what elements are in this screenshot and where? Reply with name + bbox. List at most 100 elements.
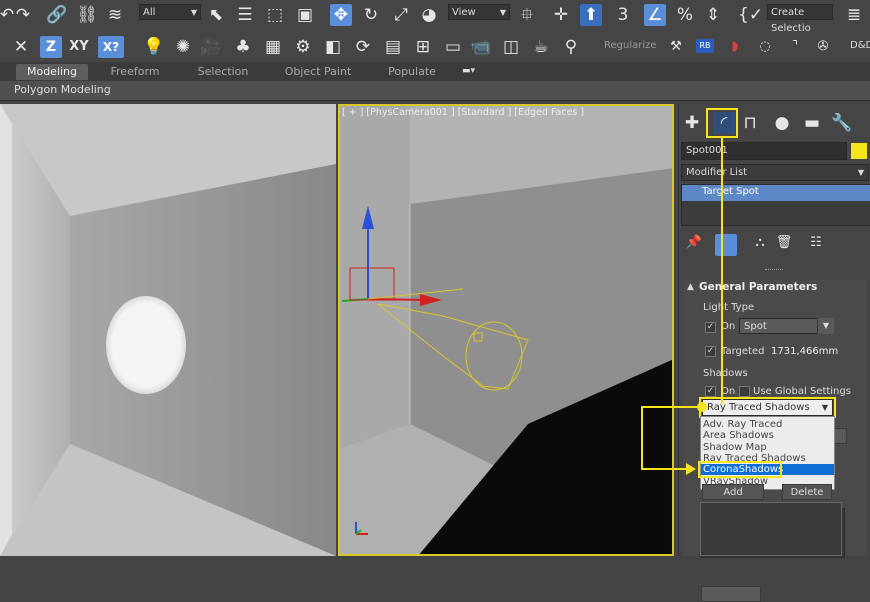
use-global-checkbox[interactable] — [739, 386, 750, 397]
trees-icon[interactable]: ♣ — [232, 36, 254, 58]
option-shadow-map[interactable]: Shadow Map — [703, 442, 767, 453]
record-icon[interactable]: ◗ — [724, 36, 746, 58]
corner-icon[interactable]: ⌝ — [784, 36, 806, 58]
light-type-dropdown-arrow[interactable]: ▼ — [817, 318, 834, 334]
unlink-icon[interactable]: ⛓ — [76, 4, 98, 26]
placement-icon[interactable]: ◕ — [418, 4, 440, 26]
utilities-tab-icon[interactable]: 🔧 — [831, 112, 853, 134]
stack-item-target-spot[interactable]: Target Spot — [682, 185, 870, 201]
polygon-modeling-label[interactable]: Polygon Modeling — [14, 83, 111, 96]
material-editor-icon[interactable]: ▦ — [262, 36, 284, 58]
motion-tab-icon[interactable]: ● — [771, 112, 793, 134]
rollout-title[interactable]: General Parameters — [699, 281, 817, 293]
regularize-label[interactable]: Regularize — [604, 40, 657, 51]
lightbulb-outline-icon[interactable]: ⚲ — [560, 36, 582, 58]
frame-buffer-icon[interactable]: ◫ — [500, 36, 522, 58]
exclusion-listbox[interactable] — [700, 502, 842, 556]
tab-freeform[interactable]: Freeform — [100, 64, 170, 80]
select-object-icon[interactable]: ⬉ — [205, 4, 227, 26]
viewport-layout-icon[interactable]: ⊞ — [412, 36, 434, 58]
annotation-line-left — [641, 406, 643, 470]
link-icon[interactable]: 🔗 — [46, 4, 68, 26]
render-icon[interactable]: ⟳ — [352, 36, 374, 58]
axis-xy-plane-button[interactable]: X? — [98, 36, 124, 58]
move-icon[interactable]: ✥ — [330, 4, 352, 26]
option-area-shadows[interactable]: Area Shadows — [703, 430, 774, 441]
render-production-icon[interactable]: ▤ — [382, 36, 404, 58]
on-label: On — [721, 321, 736, 332]
tab-selection[interactable]: Selection — [188, 64, 258, 80]
render-frame-icon[interactable]: ◧ — [322, 36, 344, 58]
axis-z-button[interactable]: Z — [40, 36, 62, 58]
axis-x-icon[interactable]: ✕ — [10, 36, 32, 58]
rb-button[interactable]: RB — [696, 39, 714, 53]
ribbon-panel-bar: Polygon Modeling — [0, 81, 870, 101]
redo-icon[interactable]: ↷ — [12, 4, 34, 26]
teapot-icon[interactable]: ☕ — [530, 36, 552, 58]
camera-viewport[interactable]: [ + ] [PhysCamera001 ] [Standard ] [Edge… — [338, 104, 674, 556]
light-spot — [106, 296, 186, 394]
window-crossing-icon[interactable]: ▣ — [294, 4, 316, 26]
video-camera-icon[interactable]: 📹 — [470, 36, 492, 58]
dotted-circle-icon[interactable]: ◌ — [754, 36, 776, 58]
panel-divider — [765, 269, 783, 273]
display-tab-icon[interactable]: ▬ — [801, 112, 823, 134]
tab-populate[interactable]: Populate — [378, 64, 446, 80]
tool-icon[interactable]: ⚒ — [665, 36, 687, 58]
add-button[interactable] — [701, 586, 761, 602]
render-setup-icon[interactable]: ⚙ — [292, 36, 314, 58]
layers-icon[interactable]: ≣ — [843, 4, 865, 26]
show-end-result-icon[interactable] — [715, 234, 737, 256]
configure-sets-icon[interactable]: ☷ — [805, 232, 827, 254]
render-viewport[interactable] — [0, 104, 336, 556]
secondary-toolbar: ✕ Z XY X? 💡 ✺ 🎥 ♣ ▦ ⚙ ◧ ⟳ ▤ ⊞ ▭ 📹 ◫ ☕ ⚲ … — [0, 32, 870, 63]
create-tab-icon[interactable]: ✚ — [681, 112, 703, 134]
hierarchy-tab-icon[interactable]: ⊓ — [739, 112, 761, 134]
annotation-line-bottom — [641, 468, 689, 470]
collapse-icon[interactable]: ▲ — [687, 282, 694, 292]
shadows-on-checkbox[interactable]: ✓ — [705, 386, 716, 397]
spinner-snap-icon[interactable]: ⇕ — [702, 4, 724, 26]
targeted-checkbox[interactable]: ✓ — [705, 346, 716, 357]
corona-shadows-highlight — [698, 461, 782, 478]
camera-icon[interactable]: 🎥 — [200, 36, 222, 58]
reference-coord-select[interactable]: View ▼ — [448, 4, 510, 20]
bind-spacewarp-icon[interactable]: ≋ — [104, 4, 126, 26]
delete-button[interactable]: Delete — [782, 484, 832, 500]
select-manipulate-icon[interactable]: ✛ — [550, 4, 572, 26]
keyboard-shortcut-icon[interactable]: ⬆ — [580, 4, 602, 26]
named-selection-input[interactable]: Create Selectio — [767, 4, 833, 34]
rect-selection-icon[interactable]: ⬚ — [264, 4, 286, 26]
remove-modifier-icon[interactable]: 🗑 — [773, 232, 795, 254]
percent-snap-icon[interactable]: % — [674, 4, 696, 26]
sun-icon[interactable]: ✺ — [172, 36, 194, 58]
select-by-name-icon[interactable]: ☰ — [234, 4, 256, 26]
option-adv-ray-traced[interactable]: Adv. Ray Traced — [703, 419, 782, 430]
selection-filter-select[interactable]: All ▼ — [139, 4, 201, 20]
object-color-swatch[interactable] — [851, 143, 867, 159]
on-checkbox[interactable]: ✓ — [705, 322, 716, 333]
modifier-list-select[interactable]: Modifier List ▼ — [681, 164, 869, 181]
pin-stack-icon[interactable]: 📌 — [683, 232, 705, 254]
axis-xy-button[interactable]: XY — [68, 36, 90, 58]
object-name-input[interactable]: Spot001 — [681, 142, 847, 160]
snaps-toggle-icon[interactable]: 3 — [612, 4, 634, 26]
tab-object-paint[interactable]: Object Paint — [278, 64, 358, 80]
angle-snap-icon[interactable]: ∠ — [644, 4, 666, 26]
target-distance-value[interactable]: 1731,466mm — [771, 346, 838, 357]
exclude-button[interactable] — [833, 428, 847, 444]
script-icon[interactable]: ✇ — [812, 36, 834, 58]
safe-frame-icon[interactable]: ▭ — [442, 36, 464, 58]
rotate-icon[interactable]: ↻ — [360, 4, 382, 26]
dd-label[interactable]: D&D — [850, 40, 870, 51]
scale-icon[interactable]: ⤢ — [390, 4, 412, 26]
pivot-icon[interactable]: ⯐ — [516, 4, 538, 26]
light-bulb-icon[interactable]: 💡 — [143, 36, 165, 58]
make-unique-icon[interactable]: ⛬ — [749, 232, 771, 254]
add-button-visible[interactable]: Add — [702, 484, 764, 500]
light-type-group-label: Light Type — [703, 302, 755, 313]
ribbon-options-icon[interactable]: ▬▾ — [462, 66, 484, 77]
edit-named-sets-icon[interactable]: {✓ — [738, 4, 763, 26]
tab-modeling[interactable]: Modeling — [16, 64, 88, 80]
viewport-label[interactable]: [ + ] [PhysCamera001 ] [Standard ] [Edge… — [342, 107, 584, 118]
